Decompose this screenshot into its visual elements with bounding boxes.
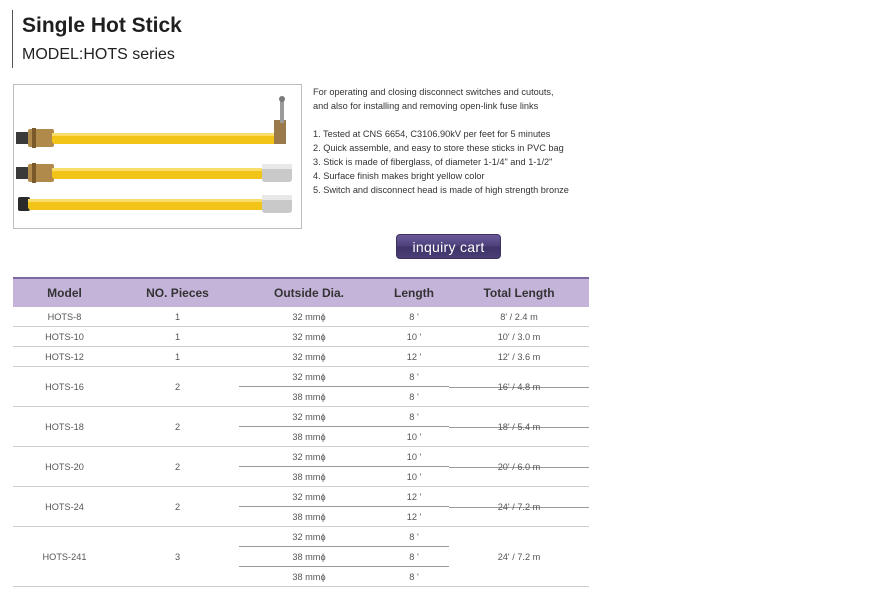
cell-total-length: 8' / 2.4 m — [449, 307, 589, 327]
feature-item: 5. Switch and disconnect head is made of… — [313, 185, 569, 195]
cell-outside-dia: 38 mmϕ — [239, 466, 379, 487]
cell-pieces: 2 — [116, 406, 239, 447]
cell-length: 10 ' — [379, 466, 449, 487]
inquiry-cart-button[interactable]: inquiry cart — [396, 234, 501, 259]
feature-item: 2. Quick assemble, and easy to store the… — [313, 143, 564, 153]
table-row: HOTS-16 2 32 mmϕ 8 ' 16' / 4.8 m — [13, 366, 589, 407]
cell-pieces: 1 — [116, 346, 239, 367]
stick-2-highlight — [52, 168, 264, 171]
table-row: HOTS-10 1 32 mmϕ 10 ' 10' / 3.0 m — [13, 326, 589, 347]
header-outside-dia: Outside Dia. — [239, 279, 379, 307]
cell-length: 12 ' — [379, 346, 449, 367]
table-row: HOTS-20 2 32 mmϕ 10 ' 20' / 6.0 m — [13, 446, 589, 487]
cell-outside-dia: 32 mmϕ — [239, 526, 379, 547]
cell-length: 8 ' — [379, 386, 449, 407]
stick-3-sleeve-shine — [262, 195, 292, 200]
model-subtitle: MODEL:HOTS series — [22, 46, 175, 63]
cell-length: 8 ' — [379, 366, 449, 387]
feature-item: 3. Stick is made of fiberglass, of diame… — [313, 157, 553, 167]
cell-length: 10 ' — [379, 326, 449, 347]
cell-length: 12 ' — [379, 506, 449, 527]
cell-model: HOTS-12 — [13, 346, 116, 367]
header-length: Length — [379, 279, 449, 307]
spec-table-wrapper: Model NO. Pieces Outside Dia. Length Tot… — [13, 277, 589, 587]
header-model: Model — [13, 279, 116, 307]
spec-table-body: HOTS-8 1 32 mmϕ 8 ' 8' / 2.4 m HOTS-10 1 32 mmϕ… — [13, 307, 589, 587]
table-row: HOTS-24 2 32 mmϕ 12 ' 24' / 7.2 m — [13, 486, 589, 527]
table-row: HOTS-8 1 32 mmϕ 8 ' 8' / 2.4 m — [13, 307, 589, 327]
cell-pieces: 2 — [116, 446, 239, 487]
cell-total-length: 24' / 7.2 m — [449, 526, 589, 587]
feature-list: 1. Tested at CNS 6654, C3106.90kV per fe… — [313, 127, 603, 197]
cell-length: 10 ' — [379, 446, 449, 467]
stick-2-end-cap — [16, 167, 30, 179]
table-row: HOTS-12 1 32 mmϕ 12 ' 12' / 3.6 m — [13, 346, 589, 367]
cell-pieces: 1 — [116, 326, 239, 347]
header-pieces: NO. Pieces — [116, 279, 239, 307]
spec-table: Model NO. Pieces Outside Dia. Length Tot… — [13, 279, 589, 587]
cell-outside-dia: 38 mmϕ — [239, 566, 379, 587]
stick-1-end-cap — [16, 132, 30, 144]
intro-line-1: For operating and closing disconnect swi… — [313, 87, 554, 97]
cell-outside-dia: 32 mmϕ — [239, 486, 379, 507]
stick-2-fitting-ring — [32, 163, 36, 183]
cell-outside-dia: 38 mmϕ — [239, 546, 379, 567]
intro-line-2: and also for installing and removing ope… — [313, 101, 539, 111]
title-block: Single Hot Stick MODEL:HOTS series — [12, 10, 182, 68]
cell-outside-dia: 38 mmϕ — [239, 426, 379, 447]
cell-total-length: 10' / 3.0 m — [449, 326, 589, 347]
cell-total-length: 12' / 3.6 m — [449, 346, 589, 367]
stick-1-hook-tip — [279, 96, 285, 102]
cell-pieces: 2 — [116, 366, 239, 407]
cell-outside-dia: 38 mmϕ — [239, 506, 379, 527]
stick-2-sleeve-shine — [262, 164, 292, 169]
cell-model: HOTS-24 — [13, 486, 116, 527]
hot-stick-photo — [16, 96, 292, 213]
cell-model: HOTS-18 — [13, 406, 116, 447]
stick-3-highlight — [28, 199, 264, 202]
cell-length: 8 ' — [379, 406, 449, 427]
cell-length: 12 ' — [379, 486, 449, 507]
feature-item: 4. Surface finish makes bright yellow co… — [313, 171, 485, 181]
cell-outside-dia: 32 mmϕ — [239, 406, 379, 427]
cell-outside-dia: 32 mmϕ — [239, 446, 379, 467]
table-row: HOTS-241 3 32 mmϕ 8 ' 24' / 7.2 m — [13, 526, 589, 587]
page-title: Single Hot Stick — [22, 14, 182, 37]
cell-outside-dia: 32 mmϕ — [239, 346, 379, 367]
cell-total-length: 16' / 4.8 m — [449, 366, 589, 407]
stick-1-head — [274, 120, 286, 144]
product-image — [13, 84, 302, 229]
header-total-length: Total Length — [449, 279, 589, 307]
product-description: For operating and closing disconnect swi… — [313, 85, 603, 197]
cell-total-length: 20' / 6.0 m — [449, 446, 589, 487]
cell-model: HOTS-20 — [13, 446, 116, 487]
table-row: HOTS-18 2 32 mmϕ 8 ' 18' / 5.4 m — [13, 406, 589, 447]
cell-pieces: 2 — [116, 486, 239, 527]
table-header-row: Model NO. Pieces Outside Dia. Length Tot… — [13, 279, 589, 307]
cell-outside-dia: 32 mmϕ — [239, 326, 379, 347]
cell-length: 10 ' — [379, 426, 449, 447]
cell-pieces: 1 — [116, 307, 239, 327]
cell-length: 8 ' — [379, 566, 449, 587]
cell-outside-dia: 32 mmϕ — [239, 307, 379, 327]
cell-length: 8 ' — [379, 546, 449, 567]
cell-length: 8 ' — [379, 526, 449, 547]
stick-1-bronze-fitting — [28, 129, 54, 147]
cell-outside-dia: 32 mmϕ — [239, 366, 379, 387]
feature-item: 1. Tested at CNS 6654, C3106.90kV per fe… — [313, 129, 551, 139]
cell-outside-dia: 38 mmϕ — [239, 386, 379, 407]
cell-length: 8 ' — [379, 307, 449, 327]
stick-1-highlight — [52, 133, 278, 136]
cell-total-length: 18' / 5.4 m — [449, 406, 589, 447]
cell-model: HOTS-8 — [13, 307, 116, 327]
cell-pieces: 3 — [116, 526, 239, 587]
cell-model: HOTS-10 — [13, 326, 116, 347]
cell-total-length: 24' / 7.2 m — [449, 486, 589, 527]
cell-model: HOTS-16 — [13, 366, 116, 407]
stick-2-bronze-fitting — [28, 164, 54, 182]
stick-1-fitting-ring — [32, 128, 36, 148]
cell-model: HOTS-241 — [13, 526, 116, 587]
